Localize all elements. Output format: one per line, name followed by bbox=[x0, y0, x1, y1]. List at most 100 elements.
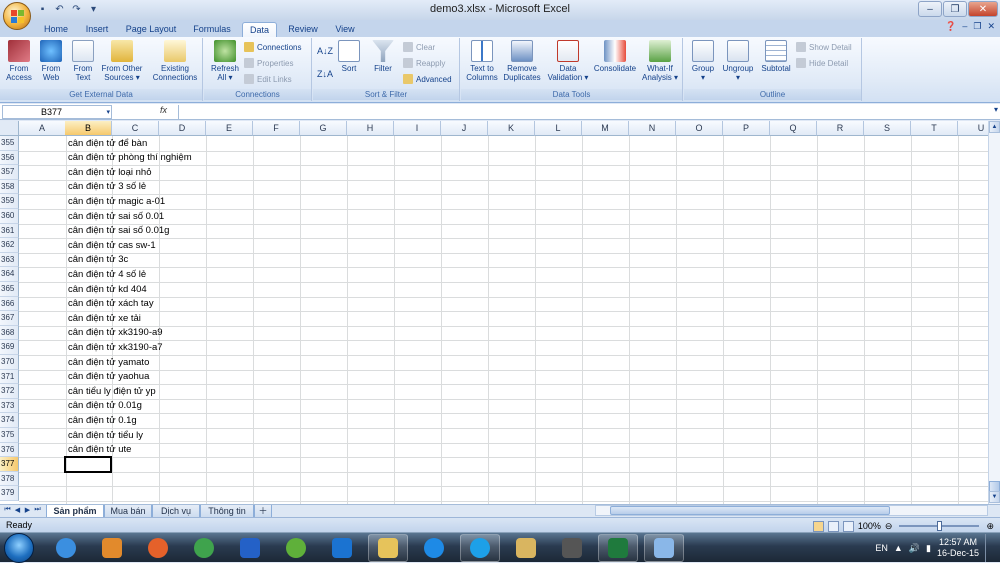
flag-icon[interactable]: ▲ bbox=[894, 543, 903, 553]
taskbar-chrome-button[interactable] bbox=[184, 534, 224, 562]
row-header[interactable]: 377 bbox=[0, 457, 19, 472]
cell-b371[interactable]: cân điện tử yaohua bbox=[68, 370, 149, 384]
tab-data[interactable]: Data bbox=[242, 22, 277, 37]
minimize-button[interactable]: – bbox=[918, 1, 942, 17]
taskbar-ie-button[interactable] bbox=[46, 534, 86, 562]
advanced-button[interactable]: Advanced bbox=[403, 73, 452, 85]
tab-insert[interactable]: Insert bbox=[80, 22, 114, 37]
taskbar-firefox-button[interactable] bbox=[138, 534, 178, 562]
column-header-c[interactable]: C bbox=[112, 121, 159, 136]
tab-page-layout[interactable]: Page Layout bbox=[120, 22, 182, 37]
name-box[interactable]: B377 ▾ bbox=[2, 105, 112, 119]
column-header-e[interactable]: E bbox=[206, 121, 253, 136]
filter-button[interactable]: Filter bbox=[369, 40, 397, 73]
row-header[interactable]: 360 bbox=[0, 209, 19, 224]
ribbon-close-icon[interactable]: ✕ bbox=[987, 21, 995, 32]
ribbon-restore-icon[interactable]: ❐ bbox=[973, 21, 981, 32]
column-header-h[interactable]: H bbox=[347, 121, 394, 136]
row-header[interactable]: 370 bbox=[0, 355, 19, 370]
taskbar-coccoc-button[interactable] bbox=[276, 534, 316, 562]
cell-b367[interactable]: cân điện tử xe tải bbox=[68, 312, 141, 326]
cell-b359[interactable]: cân điện tử magic a-01 bbox=[68, 195, 165, 209]
taskbar-skype-button[interactable] bbox=[460, 534, 500, 562]
row-header[interactable]: 357 bbox=[0, 165, 19, 180]
row-header[interactable]: 376 bbox=[0, 442, 19, 458]
speaker-icon[interactable]: 🔊 bbox=[909, 543, 920, 554]
row-header[interactable]: 362 bbox=[0, 238, 19, 253]
last-sheet-icon[interactable]: ⏭ bbox=[33, 506, 42, 516]
row-header[interactable]: 371 bbox=[0, 369, 19, 385]
column-header-f[interactable]: F bbox=[253, 121, 300, 136]
zoom-out-icon[interactable]: ⊖ bbox=[885, 519, 893, 533]
column-header-r[interactable]: R bbox=[817, 121, 864, 136]
scroll-thumb[interactable] bbox=[610, 506, 890, 515]
subtotal-button[interactable]: Subtotal bbox=[758, 40, 794, 73]
office-button[interactable] bbox=[3, 2, 31, 30]
sort-za-button[interactable]: Z↓A bbox=[317, 68, 333, 80]
column-header-j[interactable]: J bbox=[441, 121, 488, 136]
sort-button[interactable]: Sort bbox=[335, 40, 363, 73]
taskbar-video-button[interactable] bbox=[552, 534, 592, 562]
row-header[interactable]: 367 bbox=[0, 311, 19, 326]
cell-b364[interactable]: cân điện tử 4 số lẻ bbox=[68, 268, 146, 282]
row-header[interactable]: 355 bbox=[0, 136, 19, 151]
column-header-m[interactable]: M bbox=[582, 121, 629, 136]
cell-b366[interactable]: cân điện tử xách tay bbox=[68, 297, 154, 311]
row-header[interactable]: 359 bbox=[0, 194, 19, 209]
from-access-button[interactable]: From Access bbox=[4, 40, 34, 82]
cell-b357[interactable]: cân điện tử loại nhỏ bbox=[68, 166, 151, 180]
cell-b374[interactable]: cân điện tử 0.1g bbox=[68, 414, 137, 428]
cell-b362[interactable]: cân điện tử cas sw-1 bbox=[68, 239, 156, 253]
column-header-d[interactable]: D bbox=[159, 121, 206, 136]
cell-b363[interactable]: cân điện tử 3c bbox=[68, 253, 128, 267]
from-other-sources-button[interactable]: From Other Sources ▾ bbox=[98, 40, 146, 82]
cell-b355[interactable]: cân điện tử để bàn bbox=[68, 137, 147, 151]
row-header[interactable]: 375 bbox=[0, 428, 19, 443]
cell-b372[interactable]: cân tiểu ly điện tử yp bbox=[68, 385, 156, 399]
zoom-slider-thumb[interactable] bbox=[937, 521, 943, 531]
network-icon[interactable]: ▮ bbox=[926, 543, 931, 554]
column-header-g[interactable]: G bbox=[300, 121, 347, 136]
restore-button[interactable]: ❐ bbox=[943, 1, 967, 17]
row-header[interactable]: 379 bbox=[0, 486, 19, 501]
row-header[interactable]: 374 bbox=[0, 413, 19, 428]
insert-function-icon[interactable]: fx bbox=[160, 105, 167, 115]
tab-view[interactable]: View bbox=[329, 22, 361, 37]
zoom-in-icon[interactable]: ⊕ bbox=[986, 519, 994, 533]
ribbon-minimize-icon[interactable]: – bbox=[962, 21, 967, 32]
language-indicator[interactable]: EN bbox=[875, 543, 888, 553]
remove-duplicates-button[interactable]: Remove Duplicates bbox=[501, 40, 543, 82]
taskbar-remote-button[interactable] bbox=[230, 534, 270, 562]
row-header[interactable]: 372 bbox=[0, 384, 19, 399]
tab-home[interactable]: Home bbox=[38, 22, 74, 37]
existing-connections-button[interactable]: Existing Connections bbox=[150, 40, 200, 82]
text-to-columns-button[interactable]: Text to Columns bbox=[463, 40, 501, 82]
column-header-k[interactable]: K bbox=[488, 121, 535, 136]
data-validation-button[interactable]: Data Validation ▾ bbox=[545, 40, 591, 82]
row-header[interactable]: 366 bbox=[0, 296, 19, 312]
row-header[interactable]: 358 bbox=[0, 179, 19, 195]
worksheet-grid[interactable]: A B C D E F G H I J K L M N O P Q R S T U 355 cân điện tử để b… bbox=[0, 121, 988, 504]
ungroup-button[interactable]: Ungroup ▾ bbox=[720, 40, 756, 82]
next-sheet-icon[interactable]: ▶ bbox=[23, 506, 32, 516]
column-header-q[interactable]: Q bbox=[770, 121, 817, 136]
cell-b375[interactable]: cân điện tử tiểu ly bbox=[68, 429, 143, 443]
column-header-n[interactable]: N bbox=[629, 121, 676, 136]
cell-b358[interactable]: cân điện tử 3 số lẻ bbox=[68, 180, 146, 194]
zoom-slider[interactable] bbox=[899, 521, 980, 531]
row-header[interactable]: 378 bbox=[0, 471, 19, 487]
first-sheet-icon[interactable]: ⏮ bbox=[3, 506, 12, 516]
column-header-s[interactable]: S bbox=[864, 121, 911, 136]
consolidate-button[interactable]: Consolidate bbox=[591, 40, 639, 73]
prev-sheet-icon[interactable]: ◀ bbox=[13, 506, 22, 516]
cell-b376[interactable]: cân điện tử ute bbox=[68, 443, 131, 457]
start-button[interactable] bbox=[4, 533, 34, 563]
cell-b369[interactable]: cân điện tử xk3190-a7 bbox=[68, 341, 163, 355]
close-button[interactable]: ✕ bbox=[968, 1, 998, 17]
normal-view-icon[interactable] bbox=[812, 520, 824, 532]
cell-b361[interactable]: cân điện tử sai số 0.01g bbox=[68, 224, 169, 238]
page-break-view-icon[interactable] bbox=[842, 520, 854, 532]
expand-formula-bar-icon[interactable]: ▾ bbox=[994, 105, 998, 114]
taskbar-media-player-button[interactable] bbox=[92, 534, 132, 562]
scroll-down-icon[interactable]: ▼ bbox=[989, 491, 1000, 503]
